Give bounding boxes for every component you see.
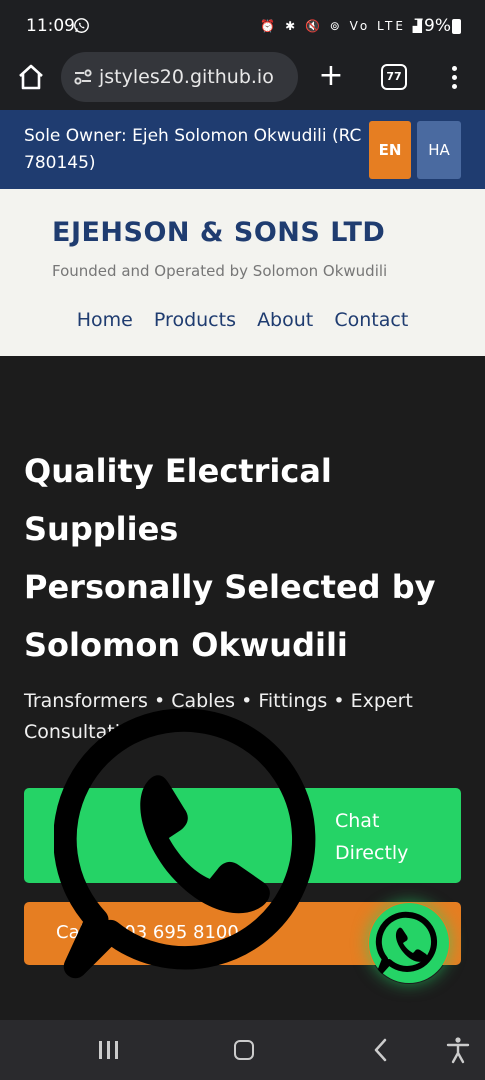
- android-nav-bar: [0, 1020, 485, 1080]
- tab-switcher-button[interactable]: 77: [381, 64, 407, 90]
- recents-icon[interactable]: [97, 1041, 121, 1059]
- browser-toolbar: jstyles20.github.io + 77: [0, 46, 485, 110]
- more-menu-icon[interactable]: [440, 60, 470, 94]
- home-button-icon[interactable]: [234, 1040, 254, 1060]
- brand-tagline: Founded and Operated by Solomon Okwudili: [52, 262, 388, 280]
- hero-title-line: Supplies: [24, 510, 179, 548]
- battery-percent: 79%: [413, 16, 451, 36]
- hero-title: Quality Electrical Supplies Personally S…: [24, 442, 464, 674]
- site-header: EJEHSON & SONS LTD Founded and Operated …: [0, 189, 485, 356]
- whatsapp-floating-button[interactable]: [368, 902, 450, 984]
- language-ha-button[interactable]: HA: [417, 121, 461, 179]
- chat-button-label: Chat Directly: [335, 810, 409, 864]
- status-bar: 11:09 ⏰ ✱ 🔇 ⊚ Vo LTE ▟ 79%: [0, 0, 485, 46]
- brand-title[interactable]: EJEHSON & SONS LTD: [52, 217, 385, 248]
- back-icon[interactable]: [372, 1037, 388, 1063]
- owner-ribbon: Sole Owner: Ejeh Solomon Okwudili (RC 78…: [0, 110, 485, 189]
- home-icon[interactable]: [14, 60, 48, 94]
- owner-text: Sole Owner: Ejeh Solomon Okwudili (RC 78…: [24, 126, 362, 173]
- site-settings-icon[interactable]: [73, 67, 93, 87]
- nav-contact[interactable]: Contact: [334, 309, 408, 331]
- main-nav: Home Products About Contact: [0, 309, 485, 331]
- address-bar[interactable]: jstyles20.github.io: [61, 52, 298, 102]
- nav-home[interactable]: Home: [77, 309, 133, 331]
- whatsapp-notification-icon: [74, 18, 89, 33]
- hero-title-line: Solomon Okwudili: [24, 626, 348, 664]
- battery-icon: [452, 19, 461, 34]
- nav-about[interactable]: About: [257, 309, 313, 331]
- status-time: 11:09: [26, 16, 75, 36]
- new-tab-button[interactable]: +: [316, 60, 346, 94]
- accessibility-icon[interactable]: [444, 1036, 472, 1064]
- whatsapp-icon: [54, 708, 316, 979]
- hero-title-line: Personally Selected by: [24, 568, 436, 606]
- hero-title-line: Quality Electrical: [24, 452, 332, 490]
- language-en-button[interactable]: EN: [369, 121, 411, 179]
- nav-products[interactable]: Products: [154, 309, 236, 331]
- status-icons: ⏰ ✱ 🔇 ⊚ Vo LTE ▟: [260, 19, 425, 33]
- url-text[interactable]: jstyles20.github.io: [99, 66, 274, 88]
